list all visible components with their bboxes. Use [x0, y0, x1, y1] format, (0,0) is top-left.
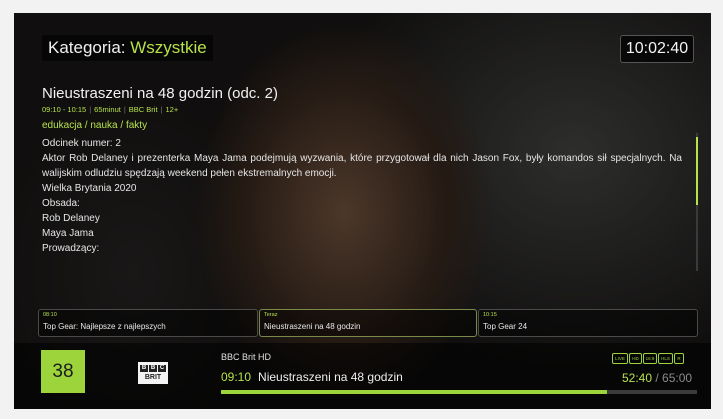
country-year: Wielka Brytania 2020 — [42, 183, 137, 194]
program-details[interactable]: Odcinek numer: 2 Aktor Rob Delaney i pre… — [42, 136, 682, 256]
channel-logo: B B C BRIT — [138, 362, 168, 384]
program-time: 09:10 - 10:15 — [42, 105, 87, 114]
episode-number: Odcinek numer: 2 — [42, 138, 121, 149]
tv-screen: Kategoria: Wszystkie 10:02:40 Nieustrasz… — [14, 13, 711, 409]
program-progress-fill — [221, 390, 607, 394]
aspect-badge: 16:9 — [643, 353, 657, 364]
details-scrollbar-thumb[interactable] — [696, 137, 698, 205]
now-title: Nieustraszeni na 48 godzin — [258, 370, 403, 384]
epg-time: 08:10 — [43, 312, 57, 318]
logo-letter: B — [149, 365, 157, 372]
playback-time: 52:40 / 65:00 — [622, 371, 692, 385]
logo-letter: B — [140, 365, 148, 372]
program-channel: BBC Brit — [128, 105, 158, 114]
category-selector[interactable]: Kategoria: Wszystkie — [42, 35, 213, 61]
program-duration: 65minut — [94, 105, 121, 114]
cast-member: Maya Jama — [42, 228, 94, 239]
age-rating: 12+ — [165, 105, 179, 114]
cast-member: Rob Delaney — [42, 213, 100, 224]
hd-badge: HD — [629, 353, 642, 364]
program-genre: edukacja / nauka / fakty — [42, 120, 148, 131]
category-value: Wszystkie — [130, 38, 207, 57]
epg-item-current[interactable]: Teraz Nieustraszeni na 48 godzin — [259, 309, 477, 337]
category-label: Kategoria: — [48, 38, 126, 57]
logo-subtext: BRIT — [144, 374, 162, 381]
program-progress-bar — [221, 390, 697, 394]
cast-label: Obsada: — [42, 198, 80, 209]
channel-number: 38 — [41, 350, 85, 393]
program-title: Nieustraszeni na 48 godzin (odc. 2) — [42, 85, 278, 102]
logo-letter: C — [158, 365, 166, 372]
epg-item-next[interactable]: 10:15 Top Gear 24 — [478, 309, 698, 337]
now-playing: 09:10 Nieustraszeni na 48 godzin — [221, 370, 403, 384]
live-badge: LIVE — [612, 353, 628, 364]
hosts-label: Prowadzący: — [42, 243, 100, 254]
epg-title: Top Gear: Najlepsze z najlepszych — [43, 322, 166, 331]
total-time: / 65:00 — [655, 371, 693, 385]
channel-name: BBC Brit HD — [221, 352, 272, 362]
program-meta: 09:10 - 10:15 | 65minut | BBC Brit | 12+ — [42, 105, 179, 114]
record-badge: R — [674, 353, 684, 364]
clock: 10:02:40 — [620, 35, 694, 63]
epg-time: 10:15 — [483, 312, 497, 318]
now-time: 09:10 — [221, 370, 252, 384]
epg-title: Top Gear 24 — [483, 322, 528, 331]
elapsed-time: 52:40 — [622, 371, 653, 385]
epg-time: Teraz — [264, 312, 278, 318]
hls-badge: HLS — [658, 353, 673, 364]
epg-title: Nieustraszeni na 48 godzin — [264, 322, 361, 331]
program-description: Aktor Rob Delaney i prezenterka Maya Jam… — [42, 153, 682, 179]
epg-item-previous[interactable]: 08:10 Top Gear: Najlepsze z najlepszych — [38, 309, 258, 337]
